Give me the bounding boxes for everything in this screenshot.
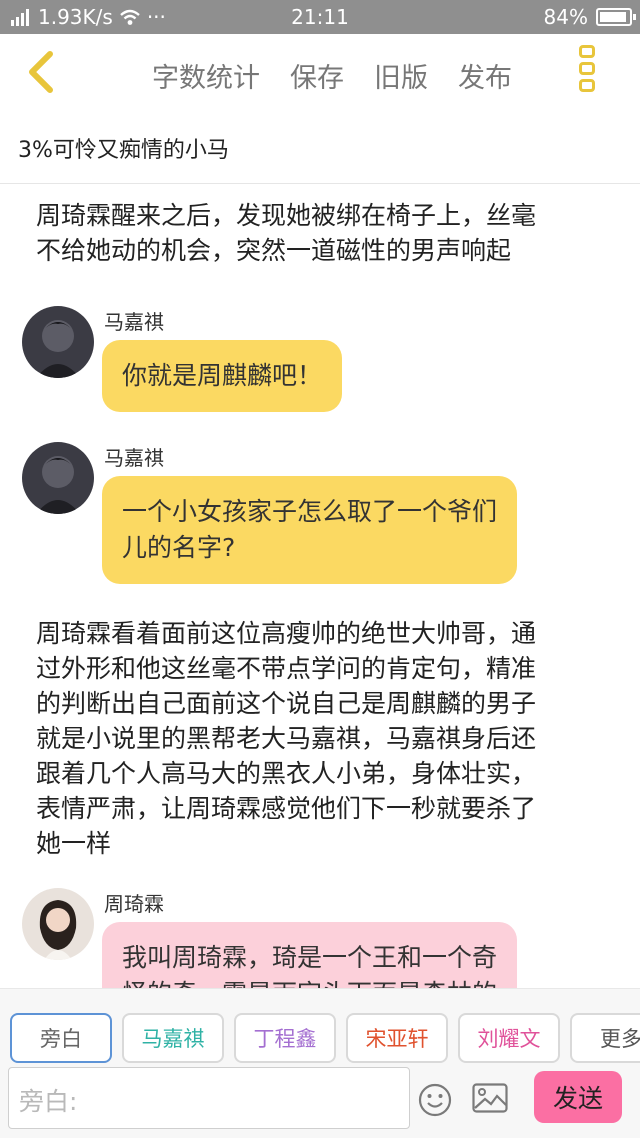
narration-line: 不给她动的机会，突然一道磁性的男声响起	[36, 236, 512, 265]
speaker-name: 马嘉祺	[104, 310, 164, 334]
chat-message[interactable]: 马嘉祺 一个小女孩家子怎么取了一个爷们 儿的名字?	[22, 442, 622, 592]
narration-line: 周琦霖看着面前这位高瘦帅的绝世大帅哥，通	[36, 619, 537, 648]
narration-block[interactable]: 周琦霖醒来之后，发现她被绑在椅子上，丝毫 不给她动的机会，突然一道磁性的男声响起	[36, 198, 610, 268]
message-text-line: 怪的奇，霖是雨字头下面是森林的	[122, 976, 497, 988]
narration-block[interactable]: 周琦霖看着面前这位高瘦帅的绝世大帅哥，通 过外形和他这丝毫不带点学问的肯定句，精…	[36, 616, 610, 861]
role-label: 马嘉祺	[141, 1027, 205, 1051]
role-chip-liu-yaowen[interactable]: 刘耀文	[458, 1013, 560, 1063]
narration-line: 表情严肃，让周琦霖感觉他们下一秒就要杀了	[36, 794, 537, 823]
chat-message[interactable]: 马嘉祺 你就是周麒麟吧！	[22, 306, 622, 418]
old-version-button[interactable]: 旧版	[372, 52, 430, 99]
narration-line: 她一样	[36, 829, 112, 858]
chat-message[interactable]: 周琦霖 我叫周琦霖，琦是一个王和一个奇 怪的奇，霖是雨字头下面是森林的	[22, 888, 622, 988]
role-label: 宋亚轩	[365, 1027, 429, 1051]
publish-button[interactable]: 发布	[456, 52, 514, 99]
speaker-name: 周琦霖	[104, 892, 164, 916]
message-text-line: 我叫周琦霖，琦是一个王和一个奇	[122, 943, 498, 972]
send-button[interactable]: 发送	[534, 1071, 622, 1123]
narration-line: 的判断出自己面前这个说自己是周麒麟的男子	[36, 689, 537, 718]
chapter-title[interactable]: 3%可怜又痴情的小马	[0, 118, 640, 184]
input-placeholder: 旁白:	[19, 1087, 78, 1116]
battery-percent: 84%	[543, 5, 588, 29]
avatar	[22, 306, 94, 378]
role-label: 更多	[600, 1027, 640, 1051]
more-menu-icon[interactable]	[572, 42, 602, 102]
word-count-button[interactable]: 字数统计	[150, 52, 262, 99]
narration-line: 跟着几个人高马大的黑衣人小弟，身体壮实，	[36, 759, 537, 788]
more-roles-button[interactable]: 更多	[570, 1013, 640, 1063]
chapter-title-text: 3%可怜又痴情的小马	[18, 138, 229, 163]
narration-line: 周琦霖醒来之后，发现她被绑在椅子上，丝毫	[36, 201, 537, 230]
role-chip-song-yaxuan[interactable]: 宋亚轩	[346, 1013, 448, 1063]
role-chip-ma-jiaqi[interactable]: 马嘉祺	[122, 1013, 224, 1063]
role-selector: 旁白 马嘉祺 丁程鑫 宋亚轩 刘耀文 更多	[10, 1013, 640, 1063]
message-bubble: 你就是周麒麟吧！	[102, 340, 343, 412]
status-bar: 1.93K/s ··· 21:11 84%	[0, 0, 640, 34]
avatar	[22, 888, 94, 960]
compose-panel: 旁白 马嘉祺 丁程鑫 宋亚轩 刘耀文 更多 旁白: 发送	[0, 988, 640, 1138]
message-input[interactable]: 旁白:	[8, 1067, 410, 1129]
role-label: 刘耀文	[477, 1027, 541, 1051]
narration-line: 就是小说里的黑帮老大马嘉祺，马嘉祺身后还	[36, 724, 537, 753]
narration-line: 过外形和他这丝毫不带点学问的肯定句，精准	[36, 654, 537, 683]
message-text-line: 儿的名字?	[122, 533, 236, 562]
save-button[interactable]: 保存	[288, 52, 346, 99]
emoji-icon[interactable]	[418, 1083, 452, 1117]
message-text: 你就是周麒麟吧！	[122, 361, 323, 390]
role-label: 丁程鑫	[253, 1027, 317, 1051]
role-label: 旁白	[40, 1027, 82, 1051]
message-bubble: 我叫周琦霖，琦是一个王和一个奇 怪的奇，霖是雨字头下面是森林的	[102, 922, 518, 988]
avatar	[22, 442, 94, 514]
role-chip-ding-chengxin[interactable]: 丁程鑫	[234, 1013, 336, 1063]
send-label: 发送	[552, 1084, 603, 1113]
back-arrow-icon[interactable]	[20, 46, 64, 98]
speaker-name: 马嘉祺	[104, 446, 164, 470]
editor-toolbar: 字数统计 保存 旧版 发布	[0, 34, 640, 110]
battery-icon	[596, 8, 636, 26]
role-chip-narrator[interactable]: 旁白	[10, 1013, 112, 1063]
message-bubble: 一个小女孩家子怎么取了一个爷们 儿的名字?	[102, 476, 518, 584]
message-text-line: 一个小女孩家子怎么取了一个爷们	[122, 497, 498, 526]
image-icon[interactable]	[472, 1083, 508, 1113]
